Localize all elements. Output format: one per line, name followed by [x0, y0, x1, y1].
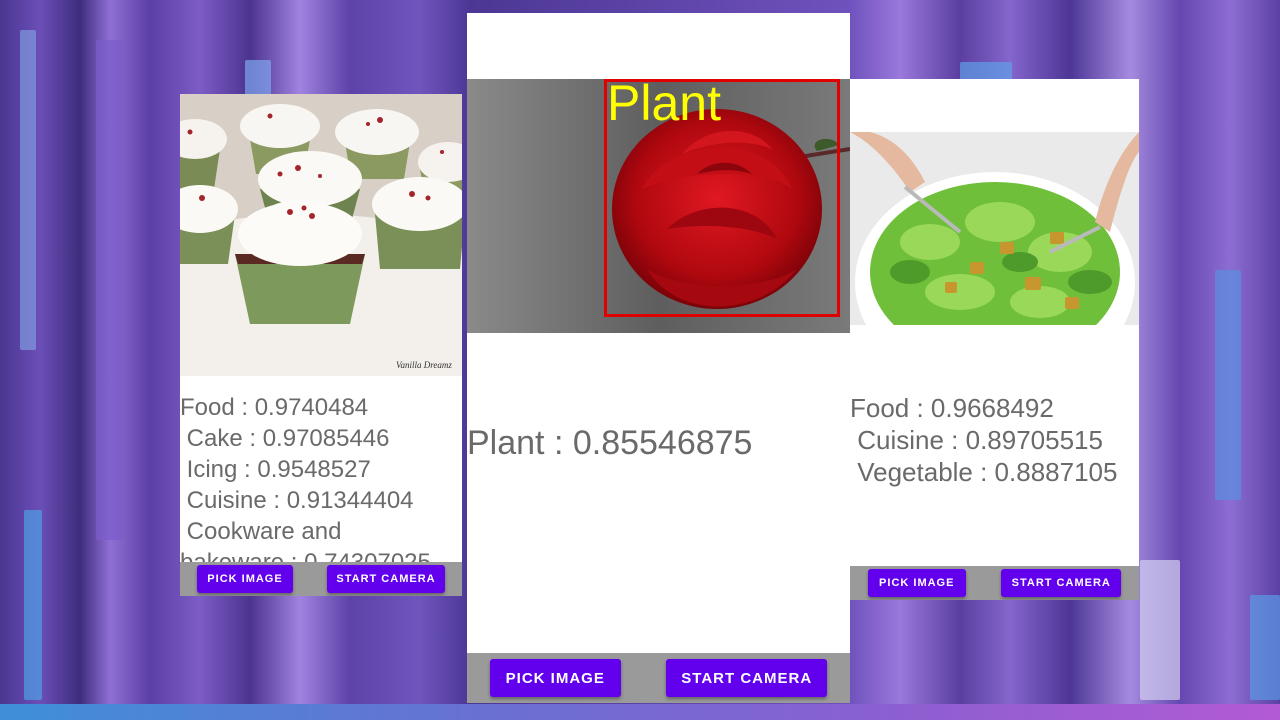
- detection-label: Plant: [607, 79, 721, 131]
- left-app-screen: Vanilla Dreamz Food : 0.9740484 Cake : 0…: [180, 94, 462, 596]
- background-streak: [24, 510, 42, 700]
- start-camera-button[interactable]: START CAMERA: [327, 565, 445, 593]
- pick-image-button[interactable]: PICK IMAGE: [867, 569, 966, 597]
- rose-image: Plant: [467, 79, 850, 333]
- background-streak: [1140, 560, 1180, 700]
- cupcakes-image: Vanilla Dreamz: [180, 94, 462, 376]
- classification-results: Food : 0.9668492 Cuisine : 0.89705515 Ve…: [850, 393, 1118, 487]
- background-streak: [96, 40, 122, 540]
- classification-results: Food : 0.9740484 Cake : 0.97085446 Icing…: [180, 394, 431, 562]
- background-streak: [1215, 270, 1241, 500]
- background-streak: [1250, 595, 1280, 700]
- watermark-text: Vanilla Dreamz: [396, 360, 452, 370]
- salad-illustration: [850, 132, 1139, 325]
- center-app-screen: Plant Plant : 0.85546875 PICK IMAGE STAR…: [467, 13, 850, 703]
- pick-image-button[interactable]: PICK IMAGE: [489, 659, 621, 697]
- bottom-gradient-bar: [0, 704, 1280, 720]
- background-streak: [20, 30, 36, 350]
- background-streak: [960, 62, 1012, 80]
- salad-image: [850, 132, 1139, 325]
- start-camera-button[interactable]: START CAMERA: [666, 659, 828, 697]
- button-bar: PICK IMAGE START CAMERA: [467, 653, 850, 703]
- classification-results: Plant : 0.85546875: [467, 424, 753, 462]
- pick-image-button[interactable]: PICK IMAGE: [197, 565, 293, 593]
- button-bar: PICK IMAGE START CAMERA: [180, 562, 462, 596]
- button-bar: PICK IMAGE START CAMERA: [850, 566, 1139, 600]
- cupcakes-illustration: Vanilla Dreamz: [180, 94, 462, 376]
- right-app-screen: Food : 0.9668492 Cuisine : 0.89705515 Ve…: [850, 79, 1139, 600]
- start-camera-button[interactable]: START CAMERA: [1001, 569, 1122, 597]
